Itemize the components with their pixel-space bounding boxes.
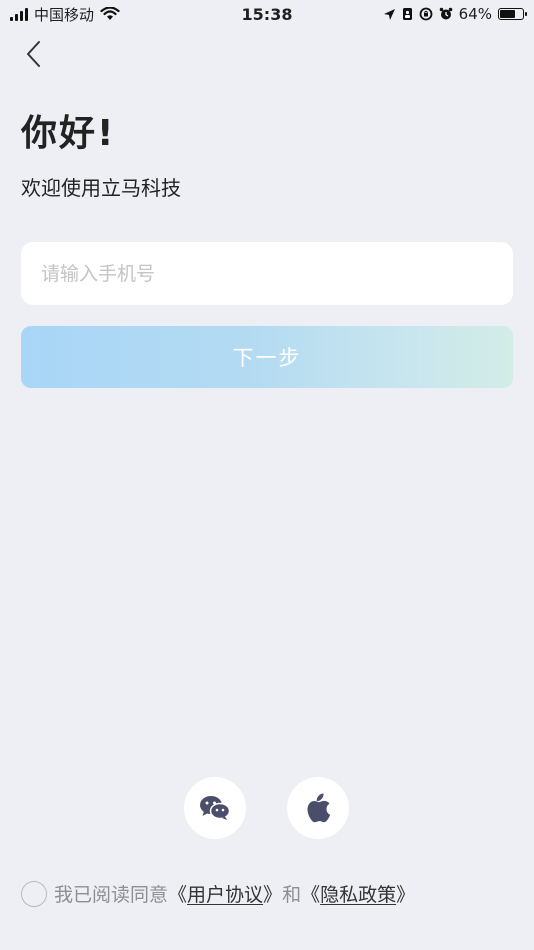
location-arrow-icon	[383, 8, 395, 20]
status-bar: 中国移动 15:38 64%	[0, 0, 534, 28]
battery-icon	[498, 8, 527, 20]
user-agreement-link[interactable]: 用户协议	[187, 880, 263, 907]
agreement-prefix: 我已阅读同意	[54, 884, 169, 906]
close-bracket: 》	[263, 884, 283, 906]
portrait-lock-icon	[402, 8, 412, 20]
close-bracket: 》	[396, 884, 416, 906]
carrier-name: 中国移动	[34, 5, 95, 24]
phone-number-input[interactable]	[21, 242, 513, 305]
wechat-icon	[200, 796, 231, 820]
open-bracket: 《	[301, 884, 321, 906]
rotation-lock-icon	[419, 7, 433, 21]
wechat-login-button[interactable]	[184, 777, 246, 839]
battery-percentage: 64%	[458, 5, 492, 23]
status-time: 15:38	[241, 4, 293, 24]
page-title: 你好!	[21, 113, 116, 154]
wifi-icon	[100, 7, 120, 20]
chevron-left-icon	[27, 41, 40, 67]
status-left: 中国移动	[10, 4, 120, 25]
open-bracket: 《	[168, 884, 188, 906]
agreement-checkbox[interactable]	[21, 880, 47, 907]
privacy-policy-link[interactable]: 隐私政策	[320, 880, 396, 907]
apple-login-button[interactable]	[287, 777, 349, 839]
alarm-icon	[439, 7, 452, 20]
agreement-row: 我已阅读同意 《 用户协议 》 和 《 隐私政策 》	[21, 880, 415, 907]
back-button[interactable]	[18, 36, 48, 72]
apple-icon	[307, 793, 331, 823]
next-step-button[interactable]: 下一步	[21, 326, 513, 388]
cellular-signal-icon	[10, 7, 28, 21]
status-right: 64%	[383, 5, 527, 23]
welcome-text: 欢迎使用立马科技	[21, 176, 181, 200]
agreement-and: 和	[282, 884, 302, 906]
